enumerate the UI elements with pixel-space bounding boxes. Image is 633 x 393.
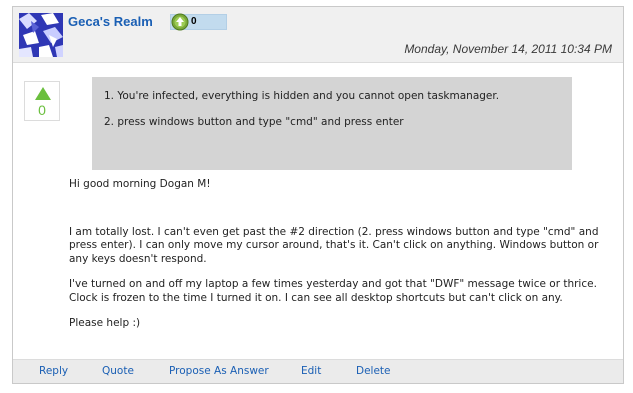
quote-link[interactable]: Quote bbox=[102, 365, 134, 377]
message-paragraph: Please help :) bbox=[69, 317, 141, 329]
medal-arrow-icon bbox=[171, 13, 189, 31]
author-name-link[interactable]: Geca's Realm bbox=[68, 14, 153, 29]
message-paragraph: I've turned on and off my laptop a few t… bbox=[69, 278, 597, 304]
post-header: Geca's Realm 0 Monday, November 14, 2011… bbox=[13, 7, 623, 63]
vote-count: 0 bbox=[38, 102, 46, 118]
quote-line: 2. press windows button and type "cmd" a… bbox=[104, 116, 404, 128]
points-value: 0 bbox=[191, 16, 197, 27]
post-message-body: Hi good morning Dogan M! I am totally lo… bbox=[69, 178, 599, 343]
message-paragraph: I am totally lost. I can't even get past… bbox=[69, 225, 599, 265]
forum-post: Geca's Realm 0 Monday, November 14, 2011… bbox=[12, 6, 624, 384]
avatar-pattern-icon bbox=[19, 13, 63, 57]
edit-link[interactable]: Edit bbox=[301, 365, 321, 377]
post-date: Monday, November 14, 2011 10:34 PM bbox=[404, 42, 612, 56]
quoted-text-block: 1. You're infected, everything is hidden… bbox=[92, 77, 572, 170]
delete-link[interactable]: Delete bbox=[356, 365, 391, 377]
post-actions-bar: Reply Quote Propose As Answer Edit Delet… bbox=[13, 359, 623, 383]
reply-link[interactable]: Reply bbox=[39, 365, 68, 377]
propose-as-answer-link[interactable]: Propose As Answer bbox=[169, 365, 269, 377]
quote-line: 1. You're infected, everything is hidden… bbox=[104, 90, 500, 102]
user-avatar[interactable] bbox=[19, 13, 63, 57]
vote-up-button[interactable]: 0 bbox=[24, 81, 60, 121]
points-badge: 0 bbox=[170, 13, 227, 31]
message-greeting: Hi good morning Dogan M! bbox=[69, 178, 211, 190]
vote-up-arrow-icon bbox=[35, 87, 51, 100]
